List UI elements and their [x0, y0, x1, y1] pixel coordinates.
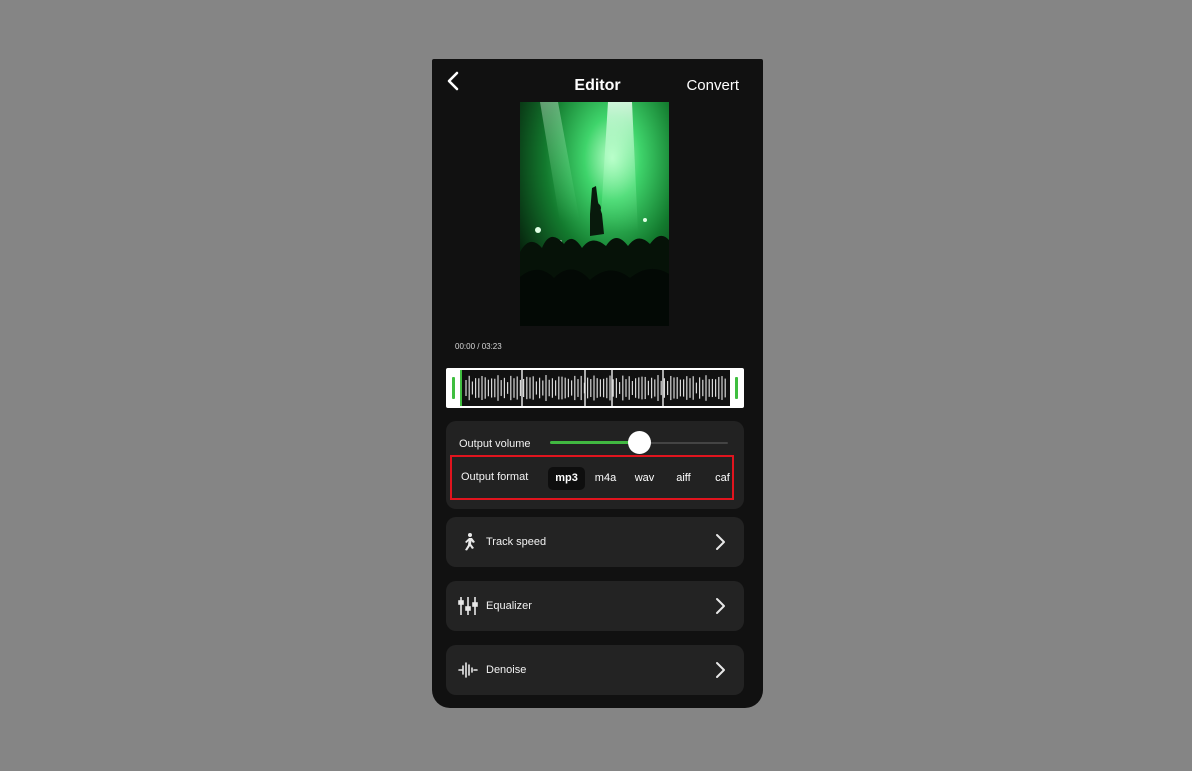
- phone-screen: Editor Convert 00:00 / 03:23 Output volu…: [432, 59, 763, 708]
- format-segmented-control: mp3 m4a wav aiff caf: [548, 467, 741, 490]
- output-format-label: Output format: [461, 471, 529, 483]
- waveform-trimmer[interactable]: [446, 368, 744, 408]
- denoise-label: Denoise: [486, 664, 527, 676]
- playhead[interactable]: [460, 370, 462, 406]
- chevron-right-icon: [716, 662, 725, 678]
- denoise-icon: [458, 660, 478, 680]
- slider-thumb[interactable]: [628, 431, 651, 454]
- track-speed-row[interactable]: Track speed: [446, 517, 744, 567]
- output-settings-panel: Output volume Output format mp3 m4a wav …: [446, 421, 744, 509]
- output-volume-slider[interactable]: [550, 431, 728, 454]
- album-cover-image: [520, 102, 669, 326]
- output-format-highlight: Output format mp3 m4a wav aiff caf: [450, 455, 734, 500]
- slider-fill: [550, 441, 639, 444]
- running-icon: [458, 532, 478, 552]
- top-bar: Editor Convert: [432, 59, 763, 105]
- trim-handle-left[interactable]: [452, 377, 455, 399]
- equalizer-icon: [458, 596, 478, 616]
- equalizer-row[interactable]: Equalizer: [446, 581, 744, 631]
- format-option-m4a[interactable]: m4a: [587, 467, 624, 490]
- output-volume-label: Output volume: [459, 438, 531, 450]
- format-option-wav[interactable]: wav: [626, 467, 663, 490]
- chevron-right-icon: [716, 534, 725, 550]
- track-speed-label: Track speed: [486, 536, 547, 548]
- convert-button[interactable]: Convert: [686, 77, 739, 94]
- format-option-mp3[interactable]: mp3: [548, 467, 585, 490]
- playback-time: 00:00 / 03:23: [455, 342, 502, 351]
- format-option-aiff[interactable]: aiff: [665, 467, 702, 490]
- waveform: [460, 370, 730, 406]
- trim-handle-right[interactable]: [735, 377, 738, 399]
- denoise-row[interactable]: Denoise: [446, 645, 744, 695]
- equalizer-label: Equalizer: [486, 600, 532, 612]
- chevron-right-icon: [716, 598, 725, 614]
- format-option-caf[interactable]: caf: [704, 467, 741, 490]
